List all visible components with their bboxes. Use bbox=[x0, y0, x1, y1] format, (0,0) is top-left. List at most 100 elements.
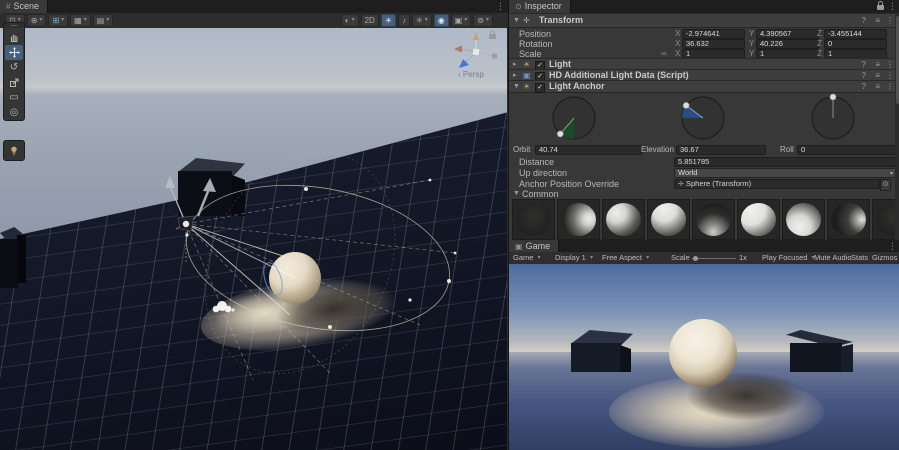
scene-camera-button[interactable]: ▣▾ bbox=[451, 14, 472, 27]
elevation-label: Elevation bbox=[641, 145, 674, 155]
scene-visibility-button[interactable]: ◉ bbox=[434, 14, 449, 27]
orbit-input[interactable]: 40.74 bbox=[535, 145, 643, 155]
scene-toolbar: ⊡▾⊕▾⊞▾▦▾▤▾ ◐▾2D☀♪✳▾◉▣▾⊚▾ bbox=[0, 13, 508, 29]
dropdown-caret-icon: ▾ bbox=[39, 15, 42, 26]
chevron-down-icon: ▾ bbox=[646, 255, 649, 261]
help-icon[interactable]: ? bbox=[862, 81, 866, 92]
tab-inspector[interactable]: ⊙Inspector bbox=[509, 0, 571, 13]
stats-button[interactable]: Stats bbox=[851, 252, 868, 264]
roll-input[interactable]: 0 bbox=[797, 145, 899, 155]
scene-tab-icon: # bbox=[6, 2, 10, 11]
game-viewport bbox=[509, 264, 899, 450]
light-preset-8[interactable] bbox=[827, 199, 870, 240]
position-z-input[interactable]: -3.455144 bbox=[824, 29, 887, 39]
transform-fold-icon[interactable]: ▼ bbox=[513, 14, 520, 27]
inspector-tabstrip: ⊙Inspector ⋮ bbox=[509, 0, 899, 14]
roll-dial[interactable] bbox=[806, 91, 860, 145]
orbit-dial[interactable] bbox=[547, 91, 601, 145]
rotation-x-input[interactable]: 36.632 bbox=[682, 39, 745, 49]
projection-label[interactable]: ‹ Persp bbox=[458, 70, 484, 79]
snap-increment-button[interactable]: ▤▾ bbox=[93, 14, 114, 27]
scene-tabstrip: #Scene ⋮ bbox=[0, 0, 508, 14]
display-target-dropdown[interactable]: Game ▾ bbox=[513, 252, 541, 264]
inspector-lock-icon[interactable] bbox=[877, 5, 884, 10]
play-focused-dropdown[interactable]: Play Focused ▾ bbox=[762, 252, 815, 264]
menu-icon[interactable]: ⋮ bbox=[886, 14, 894, 27]
scene-menu-icon[interactable]: ⋮ bbox=[496, 0, 504, 13]
distance-input[interactable]: 5.851785 bbox=[674, 157, 896, 167]
up-direction-dropdown[interactable]: World ▾ bbox=[674, 168, 896, 178]
game-cube-right-side bbox=[841, 344, 853, 372]
scene-tab-label: Scene bbox=[13, 1, 39, 11]
light-preset-4[interactable] bbox=[647, 199, 690, 240]
fold-icon[interactable]: ▼ bbox=[513, 81, 520, 92]
light-preset-2[interactable] bbox=[557, 199, 600, 240]
menu-icon[interactable]: ⋮ bbox=[886, 81, 894, 92]
rotation-label: Rotation bbox=[519, 39, 553, 49]
gizmos-dropdown[interactable]: Gizmos ▾ bbox=[872, 252, 899, 264]
chevron-down-icon: ▾ bbox=[590, 255, 593, 261]
transform-title: Transform bbox=[539, 14, 583, 27]
object-picker-button[interactable]: ⊙ bbox=[880, 179, 891, 191]
rotation-y-input[interactable]: 40.226 bbox=[756, 39, 819, 49]
scene-camera-icon: ▣ bbox=[455, 15, 463, 26]
preset-sphere bbox=[606, 203, 641, 236]
scale-slider-handle[interactable] bbox=[693, 256, 698, 261]
rect-tool[interactable]: ▭ bbox=[5, 90, 23, 105]
anchor-override-field[interactable]: ✛ Sphere (Transform) bbox=[674, 179, 880, 189]
inspector-scrollbar[interactable] bbox=[895, 13, 899, 240]
rotate-tool[interactable]: ↺ bbox=[5, 60, 23, 75]
view-2d-button[interactable]: 2D bbox=[361, 14, 379, 27]
grid-snapping-button[interactable]: ⊞▾ bbox=[48, 14, 68, 27]
light-preset-7[interactable] bbox=[782, 199, 825, 240]
light-preset-6[interactable] bbox=[737, 199, 780, 240]
enabled-checkbox[interactable]: ✓ bbox=[535, 83, 545, 93]
scene-viewport[interactable]: y ‹ Persp bbox=[0, 28, 507, 450]
move-tool[interactable] bbox=[5, 45, 23, 60]
transform-header[interactable]: ▼ ✛ Transform ? ≡ ⋮ bbox=[509, 13, 899, 28]
mute-audio-button[interactable]: Mute Audio bbox=[814, 252, 852, 264]
scale-tool[interactable] bbox=[5, 75, 23, 90]
scene-lighting-icon: ☀ bbox=[385, 15, 392, 26]
light-anchor-tool[interactable] bbox=[3, 140, 25, 161]
dropdown-caret-icon: ▾ bbox=[464, 15, 467, 26]
grid-visibility-button[interactable]: ▦▾ bbox=[70, 14, 91, 27]
help-icon[interactable]: ? bbox=[862, 14, 866, 27]
gizmo-lock-icon[interactable] bbox=[489, 34, 496, 39]
scrollbar-thumb[interactable] bbox=[896, 16, 899, 104]
scene-lighting-button[interactable]: ☀ bbox=[381, 14, 396, 27]
display-dropdown[interactable]: Display 1 ▾ bbox=[555, 252, 593, 264]
common-label: Common bbox=[522, 189, 559, 199]
light-presets bbox=[512, 199, 899, 240]
dropdown-caret-icon: ▾ bbox=[486, 15, 489, 26]
position-x-input[interactable]: -2.974641 bbox=[682, 29, 745, 39]
elevation-input[interactable]: 36.67 bbox=[676, 145, 766, 155]
scene-effects-button[interactable]: ✳▾ bbox=[412, 14, 432, 27]
light-preset-3[interactable] bbox=[602, 199, 645, 240]
inspector-menu-icon[interactable]: ⋮ bbox=[888, 0, 896, 13]
light-anchor-gizmo[interactable] bbox=[0, 28, 507, 450]
game-cube-left-side bbox=[620, 345, 631, 372]
elevation-dial[interactable] bbox=[676, 91, 730, 145]
light-preset-1[interactable] bbox=[512, 199, 555, 240]
chevron-down-icon: ▾ bbox=[538, 255, 541, 261]
transform-tool[interactable]: ◎ bbox=[5, 105, 23, 120]
rotation-z-input[interactable]: 0 bbox=[824, 39, 887, 49]
gizmos-menu-button[interactable]: ⊚▾ bbox=[473, 14, 493, 27]
overlay-drag-handle[interactable]: — bbox=[4, 23, 24, 30]
transform-ref-icon: ✛ bbox=[678, 181, 684, 188]
view-hand-tool[interactable] bbox=[5, 30, 23, 45]
tool-settings-rotation-button[interactable]: ⊕▾ bbox=[27, 14, 47, 27]
light-preset-5[interactable] bbox=[692, 199, 735, 240]
common-fold-icon[interactable]: ▼ bbox=[513, 190, 520, 197]
presets-icon[interactable]: ≡ bbox=[875, 81, 880, 92]
tools-overlay: — ↺ ▭◎ bbox=[3, 22, 25, 121]
dropdown-caret-icon: ▾ bbox=[425, 15, 428, 26]
position-y-input[interactable]: 4.390567 bbox=[756, 29, 819, 39]
presets-icon[interactable]: ≡ bbox=[875, 14, 880, 27]
scale-slider-track[interactable] bbox=[692, 258, 736, 259]
aspect-dropdown[interactable]: Free Aspect ▾ bbox=[602, 252, 649, 264]
tab-scene[interactable]: #Scene bbox=[0, 0, 48, 13]
shading-mode-button[interactable]: ◐▾ bbox=[341, 14, 359, 27]
scene-audio-button[interactable]: ♪ bbox=[398, 14, 410, 27]
